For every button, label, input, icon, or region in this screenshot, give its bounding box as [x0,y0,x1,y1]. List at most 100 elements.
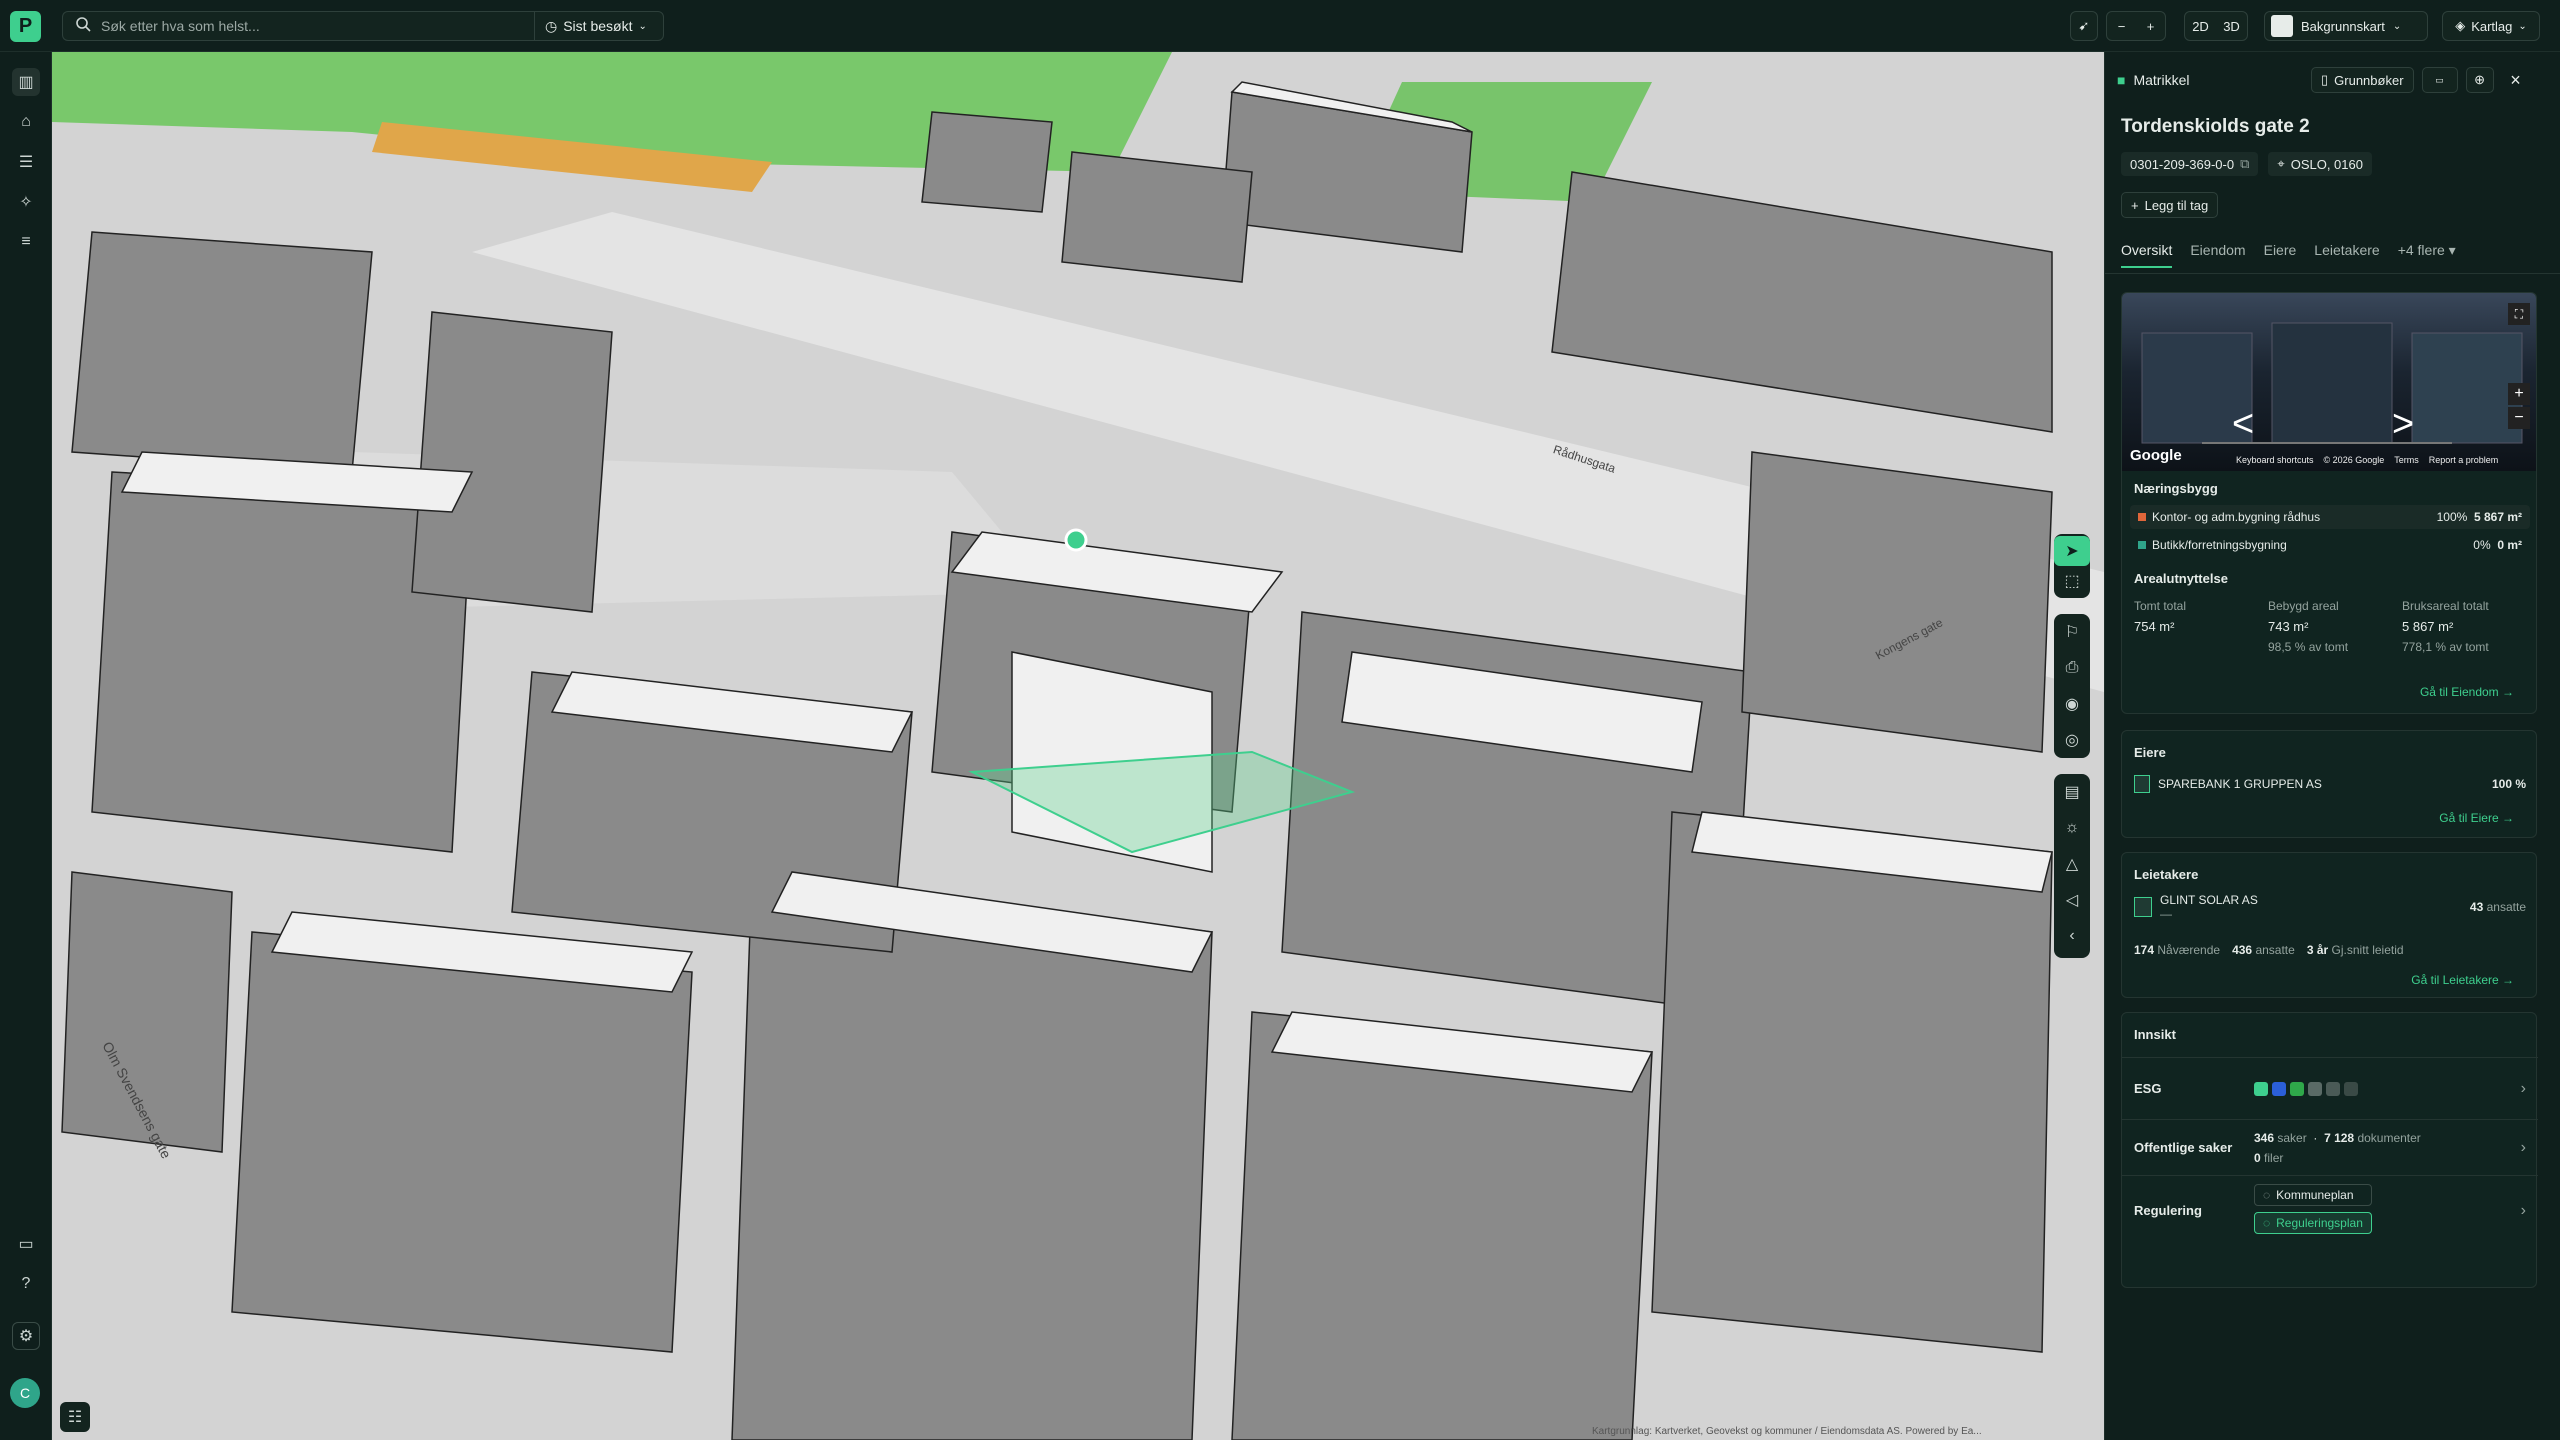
sidebar-tags-button[interactable]: ⌂ [12,108,40,136]
building-type-row[interactable]: Butikk/forretningsbygning 0% 0 m² [2130,533,2530,557]
compass-icon: ➹ [2078,18,2090,33]
tab-eiendom[interactable]: Eiendom [2190,242,2245,268]
mode-3d-button[interactable]: 3D [2223,19,2240,34]
esg-row[interactable]: ESG › [2122,1057,2538,1119]
sidebar-ai-button[interactable]: ✧ [12,188,40,216]
tab-eiere[interactable]: Eiere [2264,242,2297,268]
sidebar-map-button[interactable]: ▥ [12,68,40,96]
keyboard-shortcuts-link[interactable]: Keyboard shortcuts [2236,455,2314,465]
pin-icon: ⌖ [2277,156,2285,171]
offentlige-saker-row[interactable]: Offentlige saker 346 saker · 7 128 dokum… [2122,1119,2538,1175]
street-view[interactable]: < > ⛶ + − Google Keyboard shortcuts © 20… [2122,293,2536,471]
layers-icon: ◈ [2455,18,2466,33]
add-tag-button[interactable]: + Legg til tag [2121,192,2219,218]
kommuneplan-badge[interactable]: ◌ Kommuneplan [2254,1184,2372,1206]
location-marker[interactable] [1064,528,1088,552]
sidebar-filter-button[interactable]: ≡ [12,228,40,256]
sparkle-icon: ✧ [19,194,33,211]
map-attribution: Kartgrunnlag: Kartverket, Geovekst og ko… [1592,1426,1982,1437]
print-button[interactable]: ⎙ [2054,650,2090,686]
tab-more[interactable]: +4 flere ▾ [2398,242,2456,268]
chevron-left-icon: ‹ [2069,927,2075,944]
report-link[interactable]: Report a problem [2429,455,2499,465]
map-tools-select: ➤ ⬚ [2054,534,2090,598]
clock-icon: ◷ [545,17,558,34]
collapse-button[interactable]: ‹ [2054,918,2090,954]
owner-row[interactable]: SPAREBANK 1 GRUPPEN AS 100 % [2134,775,2526,793]
tag-icon: ⌂ [21,113,31,130]
go-to-leietakere-link[interactable]: Gå til Leietakere → [2411,973,2514,987]
sidebar-chat-button[interactable]: ▭ [12,1230,40,1258]
areal-col: Bebygd areal 743 m² 98,5 % av tomt [2268,599,2349,654]
arealutnyttelse-title: Arealutnyttelse [2134,571,2228,586]
company-icon [2134,775,2150,793]
plus-circle-icon: ⊕ [2474,72,2485,87]
megaphone-icon: ◁ [2065,892,2079,909]
legend-button[interactable]: ☷ [60,1402,90,1432]
buildings-button[interactable]: ▤ [2054,774,2090,810]
filter-icon: ≡ [21,233,31,250]
sidebar-help-button[interactable]: ? [12,1270,40,1298]
regulering-row[interactable]: Regulering ◌ Kommuneplan ◌ Reguleringsplan… [2122,1175,2538,1245]
street-view-prev-arrow[interactable]: < [2232,403,2254,446]
box-select-tool-button[interactable]: ⬚ [2054,566,2090,596]
map-canvas[interactable]: Olm Svendsens gate Rådhusgata Kongens ga… [52,52,2104,1440]
view-360-button[interactable]: ▭ [2421,67,2458,93]
user-avatar[interactable]: C [10,1378,40,1408]
measure-button[interactable]: △ [2054,846,2090,882]
layers-dropdown[interactable]: ◈ Kartlag ⌄ [2442,11,2540,41]
go-to-eiere-link[interactable]: Gå til Eiere → [2439,811,2514,825]
location-chip[interactable]: ⌖ OSLO, 0160 [2268,152,2372,176]
options-button[interactable]: ⊕ [2465,67,2494,93]
naeringsbygg-title: Næringsbygg [2134,481,2218,496]
terms-link[interactable]: Terms [2394,455,2419,465]
fullscreen-button[interactable]: ⛶ [2508,303,2530,325]
copyright-text: © 2026 Google [2323,455,2385,465]
mode-2d-button[interactable]: 2D [2192,19,2209,34]
innsikt-card: Innsikt ESG › Offentlige saker 346 saker… [2121,1012,2538,1288]
zoom-in-button[interactable]: + [2147,19,2155,34]
leietakere-card: Leietakere GLINT SOLAR AS — 43 ansatte 1… [2121,852,2537,998]
tab-leietakere[interactable]: Leietakere [2314,242,2379,268]
sidebar-list-button[interactable]: ☰ [12,148,40,176]
locate-button[interactable]: ◎ [2054,722,2090,758]
sv-zoom-out-button[interactable]: − [2508,407,2530,429]
building-icon: ▤ [2064,784,2080,801]
search-box[interactable] [62,11,534,41]
grunnboker-button[interactable]: ▯ Grunnbøker [2311,67,2414,93]
sv-zoom-in-button[interactable]: + [2508,383,2530,405]
tek-icon [2272,1081,2286,1096]
reguleringsplan-badge[interactable]: ◌ Reguleringsplan [2254,1212,2372,1234]
check-circle-icon: ◌ [2263,1188,2271,1202]
tab-oversikt[interactable]: Oversikt [2121,242,2173,268]
chat-icon: ▭ [18,1236,34,1253]
app-logo[interactable]: P [10,11,41,42]
close-button[interactable]: × [2502,67,2530,93]
compass-button[interactable]: ➹ [2070,11,2098,41]
camera-button[interactable]: ◉ [2054,686,2090,722]
chevron-down-icon: ⌄ [2518,20,2527,32]
areal-col: Tomt total 754 m² [2134,599,2187,634]
zoom-out-button[interactable]: − [2118,19,2126,34]
esg-badges [2254,1081,2362,1096]
recent-dropdown[interactable]: ◷ Sist besøkt ⌄ [534,11,664,41]
bookmark-button[interactable]: ⚐ [2054,614,2090,650]
go-to-eiendom-link[interactable]: Gå til Eiendom → [2420,685,2514,699]
street-view-next-arrow[interactable]: > [2392,403,2414,446]
chevron-right-icon: › [2520,1201,2526,1219]
sun-button[interactable]: ☼ [2054,810,2090,846]
company-icon [2134,897,2152,917]
matrikkel-icon: ■ [2117,72,2126,88]
sidebar-settings-button[interactable]: ⚙ [12,1322,40,1350]
tenant-row[interactable]: GLINT SOLAR AS — 43 ansatte [2134,893,2526,921]
home-icon [2254,1081,2268,1096]
announce-button[interactable]: ◁ [2054,882,2090,918]
chevron-right-icon: › [2520,1079,2526,1097]
pointer-tool-button[interactable]: ➤ [2054,536,2090,566]
matrikkel-id-chip[interactable]: 0301-209-369-0-0 ⧉ [2121,152,2259,176]
basemap-dropdown[interactable]: Bakgrunnskart ⌄ [2264,11,2428,41]
help-icon: ? [21,1275,31,1292]
search-input[interactable] [101,18,521,34]
map-tools-analysis: ▤ ☼ △ ◁ ‹ [2054,774,2090,958]
building-type-row[interactable]: Kontor- og adm.bygning rådhus 100% 5 867… [2130,505,2530,529]
